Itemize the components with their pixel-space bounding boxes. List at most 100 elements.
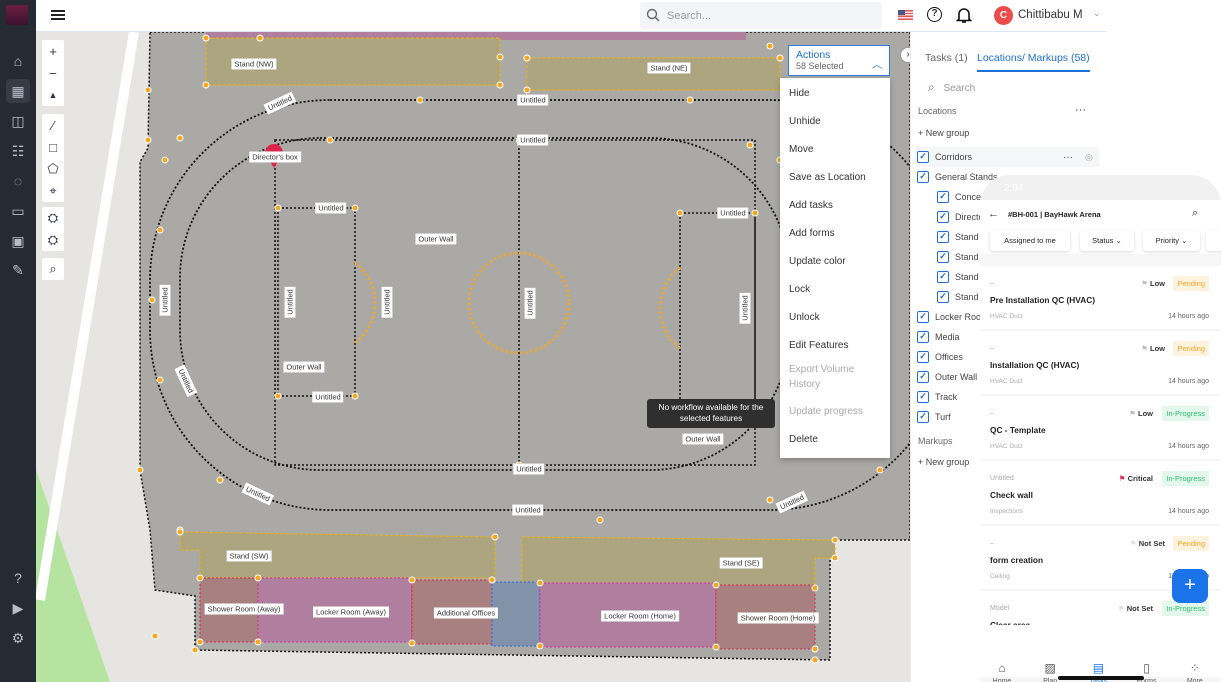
vertex-handle[interactable] [176, 134, 184, 142]
map-label[interactable]: Untitled [739, 292, 751, 324]
vertex-handle[interactable] [746, 141, 754, 149]
checkbox[interactable]: ✓ [937, 291, 949, 303]
checkbox[interactable]: ✓ [917, 171, 929, 183]
menu-item[interactable]: Lock [780, 284, 890, 295]
vertex-handle[interactable] [751, 209, 759, 217]
vertex-handle[interactable] [496, 53, 504, 61]
map-label[interactable]: Untitled [524, 287, 536, 319]
vertex-handle[interactable] [811, 645, 819, 653]
layer-settings-icon[interactable]: ⛭ [42, 207, 64, 229]
search-icon[interactable]: ⌕ [1192, 207, 1198, 220]
task-card[interactable]: – ⚑ Low Pending Installation QC (HVAC) HVAC … [980, 331, 1221, 394]
task-card[interactable]: – ⚑ Low Pending Pre Installation QC (HVAC) H… [980, 266, 1221, 329]
checkbox[interactable]: ✓ [917, 411, 929, 423]
checkbox[interactable]: ✓ [917, 351, 929, 363]
video-icon[interactable]: ▶ [6, 596, 30, 620]
menu-item[interactable]: Move [780, 144, 890, 155]
checkbox[interactable]: ✓ [917, 371, 929, 383]
filter-more[interactable] [1206, 230, 1221, 251]
vertex-handle[interactable] [202, 81, 210, 89]
user-name[interactable]: Chittibabu M [1018, 9, 1083, 21]
menu-item[interactable]: Update color [780, 256, 890, 267]
map-canvas[interactable]: Stand (NW) Stand (NE) Untitled Untitled Unti… [36, 32, 910, 682]
vertex-handle[interactable] [254, 638, 262, 646]
menu-item[interactable]: Unhide [780, 116, 890, 127]
avatar[interactable]: C [994, 6, 1013, 25]
image-settings-icon[interactable]: ⛭ [42, 229, 64, 251]
map-label[interactable]: Untitled [312, 391, 344, 403]
menu-item[interactable]: Save as Location [780, 172, 890, 183]
menu-item[interactable]: Delete [780, 434, 890, 445]
task-card[interactable]: – ⚑ Low In-Progress QC - Template HVAC Duct 1… [980, 396, 1221, 459]
checkbox[interactable]: ✓ [917, 331, 929, 343]
us-flag-icon[interactable] [898, 10, 913, 20]
vertex-handle[interactable] [196, 574, 204, 582]
map-label[interactable]: Director's box [249, 151, 301, 163]
tab-tasks[interactable]: Tasks (1) [925, 52, 968, 64]
chat-icon[interactable]: ◌ [6, 169, 30, 193]
vertex-handle[interactable] [488, 576, 496, 584]
map-label[interactable]: Untitled [517, 134, 549, 146]
vertex-handle[interactable] [408, 576, 416, 584]
folder-icon[interactable]: ▭ [6, 199, 30, 223]
checkbox[interactable]: ✓ [937, 231, 949, 243]
hamburger-menu-icon[interactable] [51, 8, 65, 22]
map-label[interactable]: Untitled [717, 207, 749, 219]
map-label[interactable]: Outer Wall [682, 433, 724, 445]
vertex-handle[interactable] [831, 536, 839, 544]
vertex-handle[interactable] [216, 476, 224, 484]
more-options-icon[interactable]: ··· [1075, 104, 1086, 116]
map-search-icon[interactable]: ⌕ [42, 258, 64, 280]
site-plan[interactable] [36, 32, 910, 682]
map-label[interactable]: Locker Room (Home) [601, 610, 679, 622]
map-label[interactable]: Untitled [512, 504, 544, 516]
bell-icon[interactable] [956, 6, 972, 24]
settings-gear-icon[interactable]: ⚙ [6, 626, 30, 650]
filter-status[interactable]: Status ⌄ [1080, 230, 1134, 251]
checkbox[interactable]: ✓ [937, 251, 949, 263]
vertex-handle[interactable] [766, 496, 774, 504]
app-logo[interactable] [6, 5, 28, 25]
zoom-out-icon[interactable]: − [42, 62, 64, 84]
vertex-handle[interactable] [811, 584, 819, 592]
map-label[interactable]: Additional Offices [433, 607, 499, 619]
compass-icon[interactable]: ▲ [42, 84, 64, 106]
help-icon[interactable]: ? [6, 566, 30, 590]
menu-item[interactable]: Unlock [780, 312, 890, 323]
draw-line-icon[interactable]: ⁄ [42, 114, 64, 136]
vertex-handle[interactable] [156, 376, 164, 384]
panel-search-input[interactable]: ⌕ Search [928, 80, 1098, 95]
location-group-item[interactable]: ✓ Corridors ··· ◎ [915, 147, 1099, 167]
vertex-handle[interactable] [811, 656, 819, 664]
filter-priority[interactable]: Priority ⌄ [1143, 230, 1200, 251]
map-label[interactable]: Outer Wall [415, 233, 457, 245]
vertex-handle[interactable] [766, 42, 774, 50]
vertex-handle[interactable] [676, 209, 684, 217]
new-markup-group-button[interactable]: + New group [918, 457, 969, 467]
vertex-handle[interactable] [776, 54, 784, 62]
vertex-handle[interactable] [144, 136, 152, 144]
nav-home[interactable]: ⌂ Home [980, 661, 1024, 682]
map-label[interactable]: Untitled [284, 286, 296, 318]
vertex-handle[interactable] [491, 533, 499, 541]
nav-more[interactable]: ⁘ More [1173, 661, 1217, 682]
map-label[interactable]: Untitled [315, 202, 347, 214]
checkbox[interactable]: ✓ [917, 391, 929, 403]
map-label[interactable]: Untitled [517, 94, 549, 106]
vertex-handle[interactable] [496, 81, 504, 89]
task-card[interactable]: Untitled ⚑ Critical In-Progress Check wall I… [980, 461, 1221, 524]
vertex-handle[interactable] [254, 574, 262, 582]
menu-item[interactable]: Edit Features [780, 340, 890, 351]
vertex-handle[interactable] [351, 204, 359, 212]
vertex-handle[interactable] [831, 554, 839, 562]
zoom-in-icon[interactable]: + [42, 40, 64, 62]
map-label[interactable]: Stand (SW) [226, 550, 272, 562]
map-icon[interactable]: ▦ [6, 79, 30, 103]
vertex-handle[interactable] [274, 204, 282, 212]
back-arrow-icon[interactable]: ← [988, 208, 999, 220]
vertex-handle[interactable] [161, 156, 169, 164]
vertex-handle[interactable] [144, 86, 152, 94]
vertex-handle[interactable] [191, 646, 199, 654]
actions-dropdown[interactable]: Actions 58 Selected ︿ [788, 45, 890, 76]
checkbox[interactable]: ✓ [917, 311, 929, 323]
